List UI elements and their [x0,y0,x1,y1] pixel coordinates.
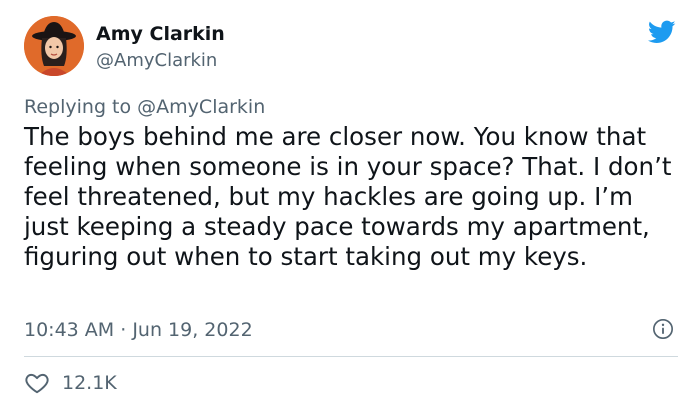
timestamp-separator: · [120,319,127,341]
heart-icon [25,373,49,394]
reply-prefix: Replying to [24,96,132,118]
tweet-date: Jun 19, 2022 [132,319,253,341]
author-handle[interactable]: @AmyClarkin [96,49,225,73]
avatar[interactable] [24,16,84,76]
tweet-text: The boys behind me are closer now. You k… [24,122,672,271]
divider [24,356,678,357]
author-block[interactable]: Amy Clarkin @AmyClarkin [96,22,225,73]
info-icon[interactable] [652,318,674,340]
tweet-time: 10:43 AM [24,319,115,341]
tweet-timestamp[interactable]: 10:43 AM · Jun 19, 2022 [24,318,253,342]
twitter-bird-icon[interactable] [646,18,678,46]
like-button[interactable]: 12.1K [24,370,117,396]
like-count: 12.1K [62,372,117,394]
tweet-card: Amy Clarkin @AmyClarkin Replying to @Amy… [0,0,700,410]
author-name[interactable]: Amy Clarkin [96,22,225,46]
reply-mention-link[interactable]: @AmyClarkin [137,96,265,118]
reply-context: Replying to @AmyClarkin [24,95,265,119]
